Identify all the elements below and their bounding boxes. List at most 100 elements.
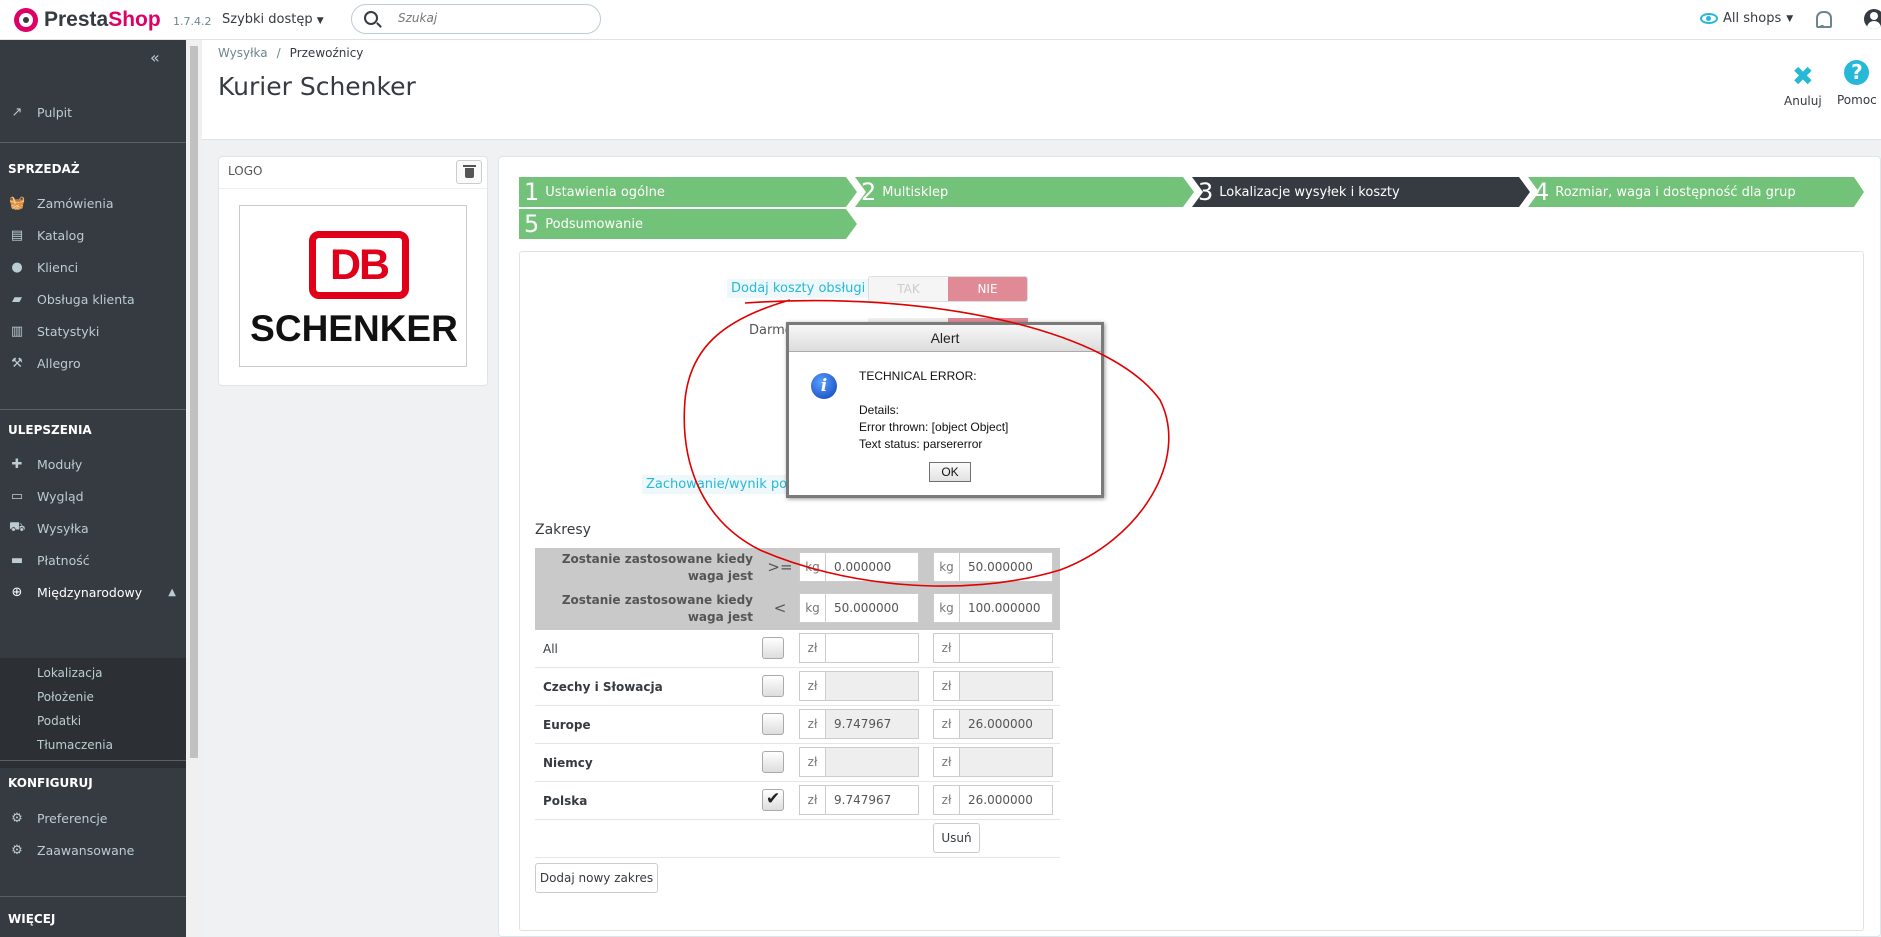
- zone-checkbox-all[interactable]: [762, 637, 784, 659]
- bar-chart-icon: ▥: [10, 323, 24, 339]
- info-icon: i: [811, 373, 837, 399]
- sidebar-item-appearance[interactable]: ▭ Wygląd: [0, 482, 186, 510]
- sidebar-subitem-taxes[interactable]: Podatki: [37, 714, 81, 728]
- toggle-yes[interactable]: TAK: [869, 277, 948, 301]
- range-from-input-2[interactable]: kg 50.000000: [799, 593, 919, 623]
- zone-price-czech-2[interactable]: zł: [933, 671, 1053, 701]
- sidebar-item-international[interactable]: ⊕ Międzynarodowy ▲: [0, 578, 186, 606]
- handling-costs-toggle[interactable]: TAK NIE: [868, 276, 1028, 302]
- quick-access-dropdown[interactable]: Szybki dostęp ▼: [222, 12, 324, 27]
- divider: [0, 142, 186, 143]
- cancel-button[interactable]: ✖ Anuluj: [1784, 60, 1822, 108]
- alert-dialog: Alert i TECHNICAL ERROR: Details: Error …: [786, 322, 1104, 498]
- sidebar-subitem-locations[interactable]: Położenie: [37, 690, 94, 704]
- db-logo-mark: DB: [309, 231, 409, 299]
- divider: [0, 760, 186, 761]
- store-icon: ▤: [10, 227, 24, 243]
- caret-down-icon: ▼: [316, 16, 324, 26]
- delete-range-button[interactable]: Usuń: [933, 823, 980, 853]
- prestashop-logo[interactable]: PrestaShop: [14, 8, 161, 32]
- carrier-logo-image: DB SCHENKER: [239, 205, 467, 367]
- puzzle-icon: ✚: [11, 456, 23, 472]
- wizard-step-5[interactable]: 5 Podsumowanie: [520, 209, 643, 239]
- ranges-title: Zakresy: [535, 522, 591, 538]
- globe-icon: ⊕: [11, 584, 23, 600]
- basket-icon: 🧺: [9, 195, 26, 211]
- truck-icon: ⛟: [9, 519, 26, 535]
- sidebar-item-stats[interactable]: ▥ Statystyki: [0, 317, 186, 345]
- sidebar-subitem-translations[interactable]: Tłumaczenia: [37, 738, 113, 752]
- shop-selector[interactable]: All shops ▼: [1700, 11, 1793, 26]
- version-label: 1.7.4.2: [173, 15, 212, 28]
- range-to-input-1[interactable]: kg 50.000000: [933, 552, 1053, 582]
- zone-checkbox-germany[interactable]: [762, 751, 784, 773]
- section-configure: KONFIGURUJ: [8, 776, 93, 790]
- chat-icon: ▰: [12, 291, 22, 307]
- wizard-step-2[interactable]: 2 Multisklep: [857, 177, 948, 207]
- close-icon: ✖: [1791, 62, 1814, 92]
- zone-checkbox-europe[interactable]: [762, 713, 784, 735]
- breadcrumb-carriers[interactable]: Przewoźnicy: [290, 46, 364, 60]
- zone-price-germany-1[interactable]: zł: [799, 747, 919, 777]
- sidebar-item-orders[interactable]: 🧺 Zamówienia: [0, 189, 186, 217]
- search-input[interactable]: [396, 10, 586, 26]
- collapse-sidebar-icon[interactable]: «: [150, 48, 160, 67]
- toggle-no-selected[interactable]: NIE: [948, 277, 1027, 301]
- zone-price-czech-1[interactable]: zł: [799, 671, 919, 701]
- caret-down-icon: ▼: [1786, 13, 1794, 24]
- sidebar-item-dashboard[interactable]: ↗ Pulpit: [0, 98, 186, 126]
- range-from-input-1[interactable]: kg 0.000000: [799, 552, 919, 582]
- top-header: PrestaShop 1.7.4.2 Szybki dostęp ▼ All s…: [0, 0, 1881, 40]
- sidebar-nav: « ↗ Pulpit SPRZEDAŻ 🧺 Zamówienia ▤ Katalog …: [0, 40, 186, 937]
- logo-panel-title: LOGO: [219, 157, 487, 189]
- zone-price-poland-1[interactable]: zł 9.747967: [799, 785, 919, 815]
- sidebar-item-customer-service[interactable]: ▰ Obsługa klienta: [0, 285, 186, 313]
- wizard-step-1[interactable]: 1 Ustawienia ogólne: [520, 177, 665, 207]
- add-range-button[interactable]: Dodaj nowy zakres: [535, 863, 658, 893]
- help-button[interactable]: ? Pomoc: [1837, 60, 1877, 107]
- sidebar-item-modules[interactable]: ✚ Moduły: [0, 450, 186, 478]
- sidebar-item-allegro[interactable]: ⚒ Allegro: [0, 349, 186, 377]
- alert-message: TECHNICAL ERROR: Details: Error thrown: …: [859, 369, 1009, 451]
- zone-price-all-2[interactable]: zł: [933, 633, 1053, 663]
- zone-price-europe-1[interactable]: zł 9.747967: [799, 709, 919, 739]
- delete-logo-trash-icon[interactable]: [456, 160, 482, 184]
- zone-price-germany-2[interactable]: zł: [933, 747, 1053, 777]
- sidebar-item-catalog[interactable]: ▤ Katalog: [0, 221, 186, 249]
- trending-up-icon: ↗: [11, 104, 23, 120]
- carrier-logo-panel: LOGO DB SCHENKER: [218, 156, 488, 386]
- breadcrumb-shipping[interactable]: Wysyłka: [218, 46, 268, 60]
- zone-price-poland-2[interactable]: zł 26.000000: [933, 785, 1053, 815]
- sidebar-subitem-localization[interactable]: Lokalizacja: [37, 666, 103, 680]
- gear-icon: ⚙: [11, 810, 23, 826]
- zone-row-actions: [535, 820, 1060, 858]
- settings-box-icon: ⚙: [11, 842, 23, 858]
- notifications-bell-icon[interactable]: [1814, 10, 1832, 28]
- page-title: Kurier Schenker: [218, 72, 416, 101]
- zone-checkbox-poland-checked[interactable]: [762, 789, 784, 811]
- range-to-input-2[interactable]: kg 100.000000: [933, 593, 1053, 623]
- ok-button[interactable]: OK: [929, 462, 971, 482]
- wizard-step-4[interactable]: 4 Rozmiar, waga i dostępność dla grup: [1530, 177, 1796, 207]
- divider: [0, 896, 186, 897]
- prestashop-puffin-icon: [14, 8, 38, 32]
- zone-price-all-1[interactable]: zł: [799, 633, 919, 663]
- sidebar-scrollbar[interactable]: [186, 40, 202, 937]
- sidebar-item-customers[interactable]: ● Klienci: [0, 253, 186, 281]
- zone-price-europe-2[interactable]: zł 26.000000: [933, 709, 1053, 739]
- user-avatar-icon[interactable]: [1864, 9, 1881, 29]
- section-improve: ULEPSZENIA: [8, 423, 92, 437]
- zone-checkbox-czech-slovakia[interactable]: [762, 675, 784, 697]
- chevron-up-icon: ▲: [168, 586, 176, 598]
- sidebar-item-shipping[interactable]: ⛟ Wysyłka: [0, 514, 186, 542]
- search-bar[interactable]: [351, 4, 601, 34]
- scrollbar-thumb[interactable]: [190, 46, 198, 758]
- credit-card-icon: ▬: [10, 552, 24, 568]
- sidebar-item-advanced[interactable]: ⚙ Zaawansowane: [0, 836, 186, 864]
- sidebar-item-preferences[interactable]: ⚙ Preferencje: [0, 804, 186, 832]
- account-circle-icon: ●: [11, 259, 23, 275]
- handling-costs-label: Dodaj koszty obsługi: [727, 279, 870, 298]
- wizard-step-3-active[interactable]: 3 Lokalizacje wysyłek i koszty: [1194, 177, 1400, 207]
- section-sell: SPRZEDAŻ: [8, 162, 80, 176]
- sidebar-item-payment[interactable]: ▬ Płatność: [0, 546, 186, 574]
